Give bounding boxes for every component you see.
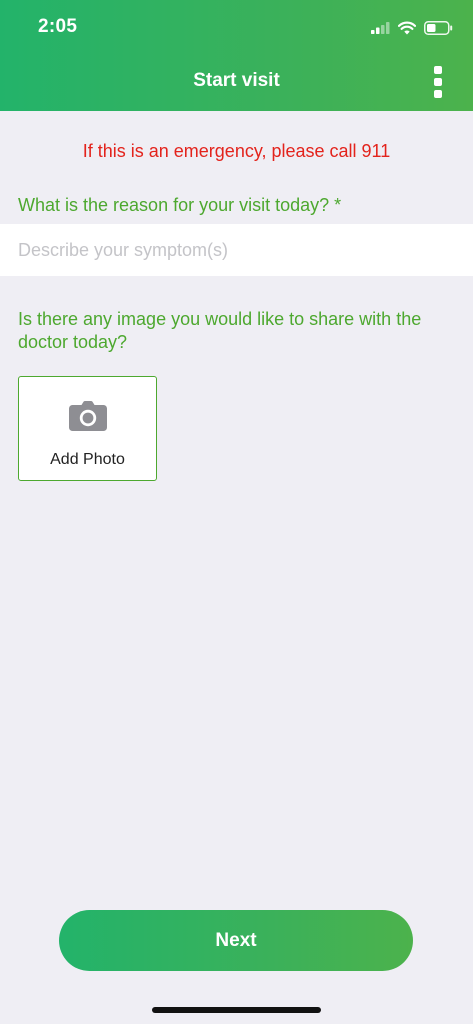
- emergency-notice: If this is an emergency, please call 911: [82, 141, 391, 161]
- app-header: 2:05 Start visit: [0, 0, 473, 111]
- add-photo-button[interactable]: Add Photo: [18, 376, 157, 481]
- more-vertical-icon: [434, 90, 442, 98]
- camera-icon: [69, 401, 107, 431]
- status-icons: [371, 17, 453, 39]
- more-options-button[interactable]: [429, 66, 447, 98]
- battery-icon: [424, 21, 453, 35]
- image-question: Is there any image you would like to sha…: [18, 309, 422, 352]
- signal-icon: [371, 22, 390, 34]
- more-vertical-icon: [434, 66, 442, 74]
- add-photo-label: Add Photo: [50, 451, 125, 468]
- page-title: Start visit: [193, 70, 280, 91]
- status-time: 2:05: [38, 16, 78, 37]
- home-indicator: [152, 1007, 321, 1013]
- more-vertical-icon: [434, 78, 442, 86]
- symptoms-input[interactable]: [0, 224, 473, 276]
- wifi-icon: [398, 21, 416, 35]
- next-button[interactable]: Next: [59, 910, 413, 971]
- reason-question: What is the reason for your visit today?…: [18, 195, 342, 215]
